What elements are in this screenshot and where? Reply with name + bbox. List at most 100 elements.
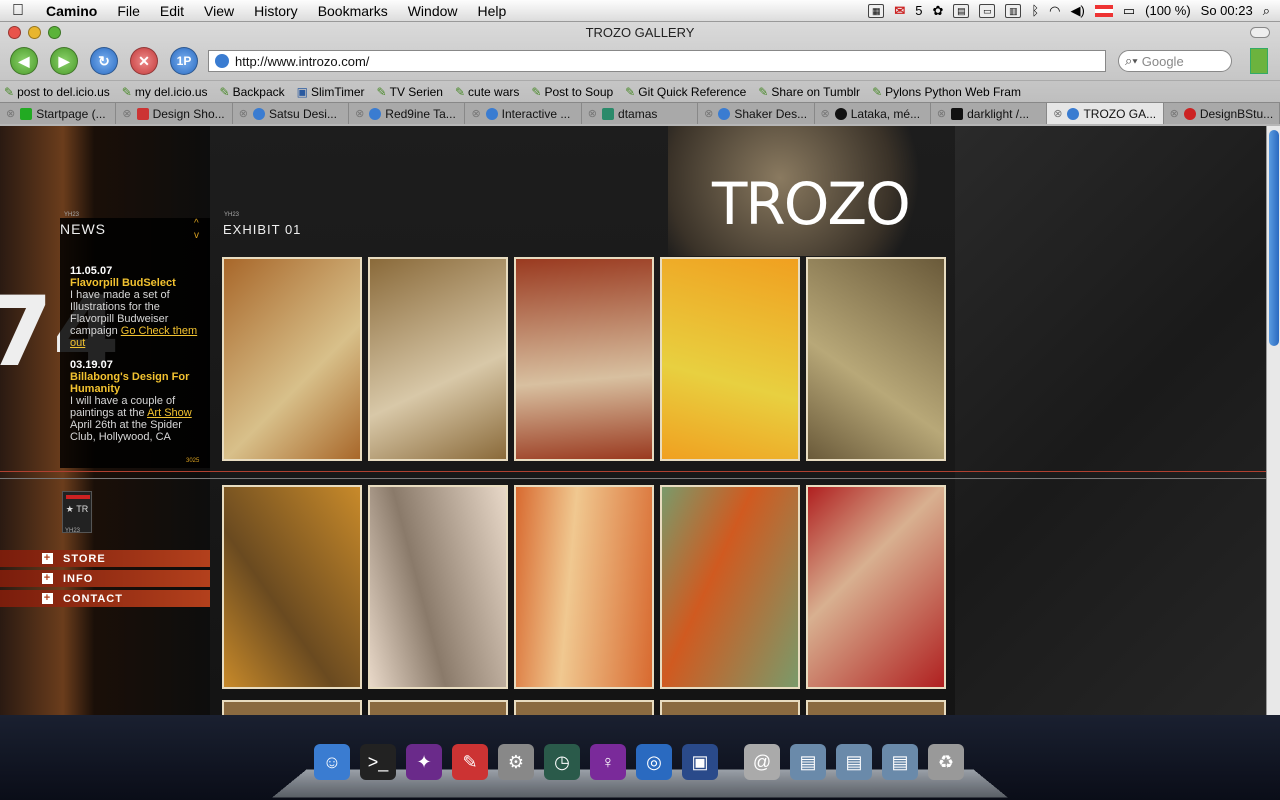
- search-field[interactable]: ⌕▾ Google: [1118, 50, 1232, 72]
- vertical-scrollbar[interactable]: [1266, 126, 1280, 715]
- address-bar[interactable]: http://www.introzo.com/: [208, 50, 1106, 72]
- dock-mail-icon[interactable]: @: [744, 744, 780, 780]
- forward-button[interactable]: ▶: [50, 47, 78, 75]
- dock-time-machine-icon[interactable]: ◷: [544, 744, 580, 780]
- close-tab-icon[interactable]: ⊗: [355, 107, 364, 120]
- gallery-tile-green-neck-pattern[interactable]: [660, 485, 800, 689]
- dock-adium-icon[interactable]: ♀: [590, 744, 626, 780]
- menu-store[interactable]: + STORE: [0, 550, 210, 567]
- close-tab-icon[interactable]: ⊗: [937, 107, 946, 120]
- spotlight-icon[interactable]: ⌕: [1263, 3, 1270, 19]
- tab[interactable]: ⊗ Red9ine Ta...: [349, 103, 466, 124]
- tab[interactable]: ⊗ Shaker Des...: [698, 103, 815, 124]
- gallery-tile-partial[interactable]: [806, 700, 946, 715]
- menu-app[interactable]: Camino: [36, 3, 107, 19]
- gallery-tile-red-hair-profile[interactable]: [514, 257, 654, 461]
- menu-file[interactable]: File: [107, 3, 150, 19]
- gallery-tile-partial[interactable]: [222, 700, 362, 715]
- dock-cssedit-icon[interactable]: ✎: [452, 744, 488, 780]
- paw-icon[interactable]: ✿: [932, 3, 943, 19]
- bluetooth-icon[interactable]: ᛒ: [1031, 3, 1039, 18]
- toolbar-toggle-button[interactable]: [1250, 27, 1270, 38]
- menu-help[interactable]: Help: [468, 3, 517, 19]
- close-tab-icon[interactable]: ⊗: [588, 107, 597, 120]
- scrollbar-thumb[interactable]: [1269, 130, 1279, 346]
- close-window-button[interactable]: [8, 26, 21, 39]
- bookmark-item[interactable]: ▣ SlimTimer: [297, 85, 365, 99]
- bookmark-item[interactable]: ✎ Post to Soup: [531, 85, 613, 99]
- bookmark-item[interactable]: ✎ Pylons Python Web Fram: [872, 85, 1021, 99]
- bookmark-item[interactable]: ✎ TV Serien: [377, 85, 443, 99]
- bookmark-item[interactable]: ✎ my del.icio.us: [122, 85, 208, 99]
- dock-app-icon[interactable]: ✦: [406, 744, 442, 780]
- tab[interactable]: ⊗ Interactive ...: [465, 103, 582, 124]
- gallery-tile-orange-flower[interactable]: [660, 257, 800, 461]
- menu-bookmarks[interactable]: Bookmarks: [308, 3, 398, 19]
- dock-camino-icon[interactable]: ◎: [636, 744, 672, 780]
- dock-applications-icon[interactable]: ▤: [790, 744, 826, 780]
- bookmark-item[interactable]: ✎ Backpack: [220, 85, 285, 99]
- dock-iphoto-icon[interactable]: ▣: [682, 744, 718, 780]
- tab[interactable]: ⊗ Lataka, mé...: [815, 103, 931, 124]
- calendar-icon[interactable]: ▦: [868, 3, 885, 18]
- news-link[interactable]: Art Show: [147, 407, 192, 419]
- gallery-tile-woman-face[interactable]: [368, 485, 508, 689]
- gallery-tile-figure-coat[interactable]: [806, 257, 946, 461]
- grid-icon[interactable]: ▤: [953, 3, 970, 18]
- close-tab-icon[interactable]: ⊗: [821, 107, 830, 120]
- gallery-tile-partial[interactable]: [514, 700, 654, 715]
- gallery-tile-bearded-face[interactable]: [368, 257, 508, 461]
- close-tab-icon[interactable]: ⊗: [704, 107, 713, 120]
- gallery-tile-man-glasses[interactable]: [222, 485, 362, 689]
- gallery-tile-red-dotted-portrait[interactable]: [806, 485, 946, 689]
- dock-terminal-icon[interactable]: >_: [360, 744, 396, 780]
- wifi-icon[interactable]: ◠: [1049, 3, 1060, 19]
- dock-finder-icon[interactable]: ☺: [314, 744, 350, 780]
- close-tab-icon[interactable]: ⊗: [239, 107, 248, 120]
- menu-edit[interactable]: Edit: [150, 3, 194, 19]
- dock-documents-icon[interactable]: ▤: [836, 744, 872, 780]
- close-tab-icon[interactable]: ⊗: [1053, 107, 1062, 120]
- keyboard-icon[interactable]: ▥: [1005, 3, 1022, 18]
- menu-contact[interactable]: + CONTACT: [0, 590, 210, 607]
- mail-icon[interactable]: ✉: [894, 3, 905, 19]
- bookmark-item[interactable]: ✎ post to del.icio.us: [4, 85, 110, 99]
- dock-downloads-icon[interactable]: ▤: [882, 744, 918, 780]
- display-icon[interactable]: ▭: [979, 3, 996, 18]
- dock-trash-icon[interactable]: ♻: [928, 744, 964, 780]
- bookmark-item[interactable]: ✎ Share on Tumblr: [758, 85, 860, 99]
- menu-view[interactable]: View: [194, 3, 244, 19]
- close-tab-icon[interactable]: ⊗: [471, 107, 480, 120]
- battery-icon[interactable]: ▭: [1123, 3, 1135, 19]
- close-tab-icon[interactable]: ⊗: [6, 107, 15, 120]
- menu-info[interactable]: + INFO: [0, 570, 210, 587]
- onepassword-button[interactable]: 1P: [170, 47, 198, 75]
- gallery-tile-man-face-sketch[interactable]: [222, 257, 362, 461]
- tab[interactable]: ⊗ Design Sho...: [116, 103, 233, 124]
- minimize-window-button[interactable]: [28, 26, 41, 39]
- gallery-tile-partial[interactable]: [660, 700, 800, 715]
- close-tab-icon[interactable]: ⊗: [122, 107, 131, 120]
- apple-icon[interactable]: : [0, 2, 36, 20]
- zoom-window-button[interactable]: [48, 26, 61, 39]
- tab[interactable]: ⊗ darklight /...: [931, 103, 1048, 124]
- menu-history[interactable]: History: [244, 3, 308, 19]
- bookmark-item[interactable]: ✎ Git Quick Reference: [625, 85, 746, 99]
- clock[interactable]: So 00:23: [1201, 3, 1253, 18]
- dock-system-preferences-icon[interactable]: ⚙: [498, 744, 534, 780]
- menu-window[interactable]: Window: [398, 3, 468, 19]
- tab[interactable]: ⊗ dtamas: [582, 103, 699, 124]
- gallery-tile-partial[interactable]: [368, 700, 508, 715]
- stop-button[interactable]: ✕: [130, 47, 158, 75]
- bookmark-item[interactable]: ✎ cute wars: [455, 85, 519, 99]
- tab[interactable]: ⊗ Satsu Desi...: [233, 103, 350, 124]
- back-button[interactable]: ◀: [10, 47, 38, 75]
- close-tab-icon[interactable]: ⊗: [1170, 107, 1179, 120]
- tab[interactable]: ⊗ DesignBStu...: [1164, 103, 1280, 124]
- volume-icon[interactable]: ◀): [1071, 3, 1085, 19]
- news-scroll-arrows[interactable]: ^ v: [194, 218, 199, 242]
- flag-icon[interactable]: [1094, 4, 1113, 17]
- reload-button[interactable]: ↻: [90, 47, 118, 75]
- tab-active[interactable]: ⊗ TROZO GA...: [1047, 103, 1164, 124]
- site-logo[interactable]: TROZO: [712, 170, 911, 238]
